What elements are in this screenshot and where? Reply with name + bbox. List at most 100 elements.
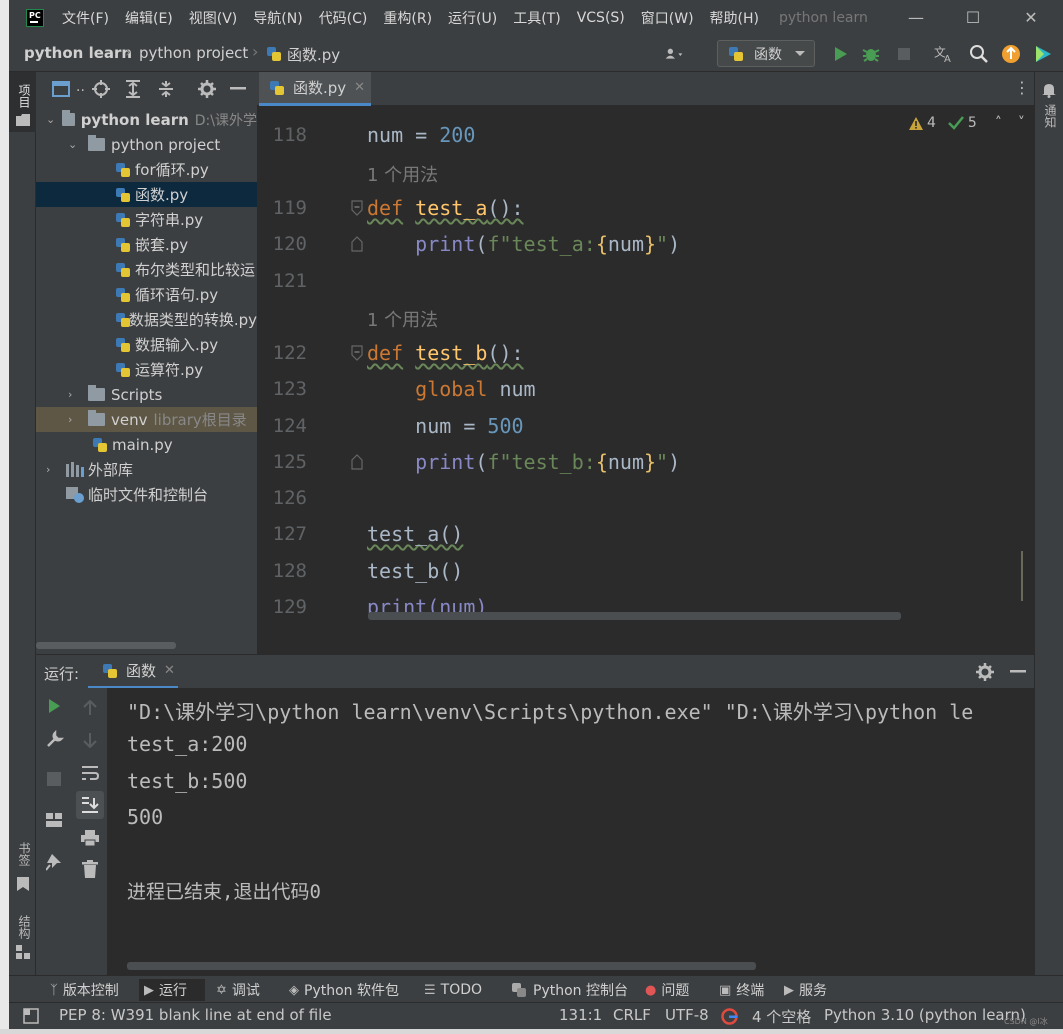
notification-bell-icon[interactable] xyxy=(1041,82,1057,98)
tab-todo[interactable]: ☰ TODO xyxy=(419,979,487,1001)
chevron-right-icon[interactable]: › xyxy=(68,388,82,401)
tab-python-console[interactable]: Python 控制台 xyxy=(506,979,633,1001)
tab-run[interactable]: ▶ 运行 xyxy=(139,979,205,1001)
usage-hint[interactable]: 1 个用法 xyxy=(367,306,438,332)
user-icon[interactable] xyxy=(665,44,685,64)
editor-horizontal-scrollbar[interactable] xyxy=(368,612,901,620)
close-tab-icon[interactable]: ✕ xyxy=(164,663,175,678)
tree-main-file[interactable]: main.py xyxy=(36,432,257,457)
menu-vcs[interactable]: VCS(S) xyxy=(569,10,633,26)
trash-icon[interactable] xyxy=(82,860,98,878)
layout-icon[interactable] xyxy=(46,813,62,827)
breadcrumb-project[interactable]: python project xyxy=(139,44,248,62)
tree-file-item[interactable]: for循环.py xyxy=(36,157,257,182)
gear-icon[interactable] xyxy=(976,663,994,681)
run-console[interactable]: "D:\课外学习\python learn\venv\Scripts\pytho… xyxy=(108,688,1034,975)
tree-file-item[interactable]: 嵌套.py xyxy=(36,232,257,257)
search-icon[interactable] xyxy=(969,44,989,64)
tree-venv-folder[interactable]: › venv library根目录 xyxy=(36,407,257,432)
inspection-widget[interactable]: 4 5 ˄ ˅ xyxy=(909,115,1025,131)
status-message[interactable]: PEP 8: W391 blank line at end of file xyxy=(59,1006,332,1024)
breadcrumb-file[interactable]: 函数.py xyxy=(287,44,340,65)
menu-tools[interactable]: 工具(T) xyxy=(505,8,568,28)
collapse-all-icon[interactable] xyxy=(157,80,175,98)
maximize-icon[interactable]: ☐ xyxy=(963,8,983,28)
toggle-panels-icon[interactable] xyxy=(23,1008,39,1024)
console-horizontal-scrollbar[interactable] xyxy=(127,962,756,970)
tree-scratches[interactable]: 临时文件和控制台 xyxy=(36,482,257,507)
close-icon[interactable]: ✕ xyxy=(1021,8,1041,28)
run-icon[interactable] xyxy=(830,44,850,64)
caret-position[interactable]: 131:1 xyxy=(559,1006,602,1024)
tree-scripts-folder[interactable]: › Scripts xyxy=(36,382,257,407)
error-stripe[interactable] xyxy=(1021,551,1033,601)
tab-python-packages[interactable]: ◈ Python 软件包 xyxy=(284,979,404,1001)
project-view-dots[interactable]: .. xyxy=(76,79,85,95)
menu-view[interactable]: 视图(V) xyxy=(181,8,246,28)
tab-services[interactable]: ▶ 服务 xyxy=(779,979,832,1001)
menu-file[interactable]: 文件(F) xyxy=(54,8,117,28)
tree-project-folder[interactable]: ⌄ python project xyxy=(36,132,257,157)
breadcrumb-root[interactable]: python learn xyxy=(24,44,132,62)
print-icon[interactable] xyxy=(81,830,99,846)
chevron-right-icon[interactable]: › xyxy=(46,463,60,476)
tree-file-item[interactable]: 运算符.py xyxy=(36,357,257,382)
chevron-down-icon[interactable]: ⌄ xyxy=(46,113,56,126)
tab-version-control[interactable]: ᛉ 版本控制 xyxy=(45,979,124,1001)
menu-edit[interactable]: 编辑(E) xyxy=(117,8,181,28)
tree-root[interactable]: ⌄ python learn D:\课外学 xyxy=(36,107,257,132)
menu-code[interactable]: 代码(C) xyxy=(311,8,376,28)
arrow-down-icon[interactable] xyxy=(82,732,98,748)
more-options-icon[interactable]: ⋮ xyxy=(1014,78,1030,97)
tree-file-item-selected[interactable]: 函数.py xyxy=(36,182,257,207)
menu-window[interactable]: 窗口(W) xyxy=(633,8,702,28)
debug-icon[interactable] xyxy=(861,44,881,64)
chevron-down-icon[interactable]: ⌄ xyxy=(68,138,82,151)
pin-icon[interactable] xyxy=(46,853,62,871)
jetbrains-ai-icon[interactable] xyxy=(1033,44,1053,64)
arrow-up-icon[interactable] xyxy=(82,700,98,716)
tab-terminal[interactable]: ▣ 终端 xyxy=(714,979,769,1001)
structure-icon[interactable] xyxy=(16,945,30,959)
stop-icon[interactable] xyxy=(47,772,61,786)
chevron-right-icon[interactable]: › xyxy=(68,413,82,426)
menu-navigate[interactable]: 导航(N) xyxy=(245,8,310,28)
expand-all-icon[interactable] xyxy=(124,80,142,98)
indent-setting[interactable]: 4 个空格 xyxy=(752,1006,811,1027)
menu-refactor[interactable]: 重构(R) xyxy=(375,8,440,28)
tree-file-item[interactable]: 字符串.py xyxy=(36,207,257,232)
project-tool-button[interactable]: 项目 xyxy=(9,72,36,132)
tab-debug[interactable]: ✡ 调试 xyxy=(211,979,265,1001)
gear-icon[interactable] xyxy=(198,80,216,98)
run-tab[interactable]: 函数 ✕ xyxy=(88,655,178,689)
code-editor[interactable]: 4 5 ˄ ˅ 118 119 120 121 122 123 124 125 … xyxy=(257,106,1034,654)
fold-marker-icon[interactable] xyxy=(351,345,363,361)
soft-wrap-icon[interactable] xyxy=(81,765,99,781)
interpreter-selector[interactable]: Python 3.10 (python learn) xyxy=(824,1006,1026,1024)
stop-icon[interactable] xyxy=(894,44,914,64)
editor-tab-active[interactable]: 函数.py ✕ xyxy=(259,72,371,106)
rerun-icon[interactable] xyxy=(46,698,62,714)
google-icon[interactable] xyxy=(721,1008,738,1025)
update-icon[interactable] xyxy=(1001,44,1021,64)
menu-help[interactable]: 帮助(H) xyxy=(702,8,767,28)
run-config-dropdown[interactable]: 函数 xyxy=(717,40,815,67)
tree-file-item[interactable]: 数据输入.py xyxy=(36,332,257,357)
tree-external-libraries[interactable]: › 外部库 xyxy=(36,457,257,482)
prev-highlight-icon[interactable]: ˄ xyxy=(995,115,1002,131)
tree-file-item[interactable]: 布尔类型和比较运 xyxy=(36,257,257,282)
scroll-to-end-toggle[interactable] xyxy=(76,791,104,819)
menu-run[interactable]: 运行(U) xyxy=(440,8,505,28)
project-horizontal-scrollbar[interactable] xyxy=(36,642,176,649)
tab-problems[interactable]: ● 问题 xyxy=(640,979,694,1001)
bookmarks-tool-label[interactable]: 书签 xyxy=(16,842,33,866)
hide-panel-icon[interactable] xyxy=(230,87,246,91)
project-view-icon[interactable] xyxy=(52,81,70,97)
structure-tool-label[interactable]: 结构 xyxy=(16,915,33,939)
notifications-tool-label[interactable]: 通知 xyxy=(1042,104,1059,128)
tree-file-item[interactable]: 数据类型的转换.py xyxy=(36,307,257,332)
close-tab-icon[interactable]: ✕ xyxy=(354,80,365,95)
file-encoding[interactable]: UTF-8 xyxy=(665,1006,709,1024)
line-separator[interactable]: CRLF xyxy=(613,1006,651,1024)
usage-hint[interactable]: 1 个用法 xyxy=(367,161,438,187)
